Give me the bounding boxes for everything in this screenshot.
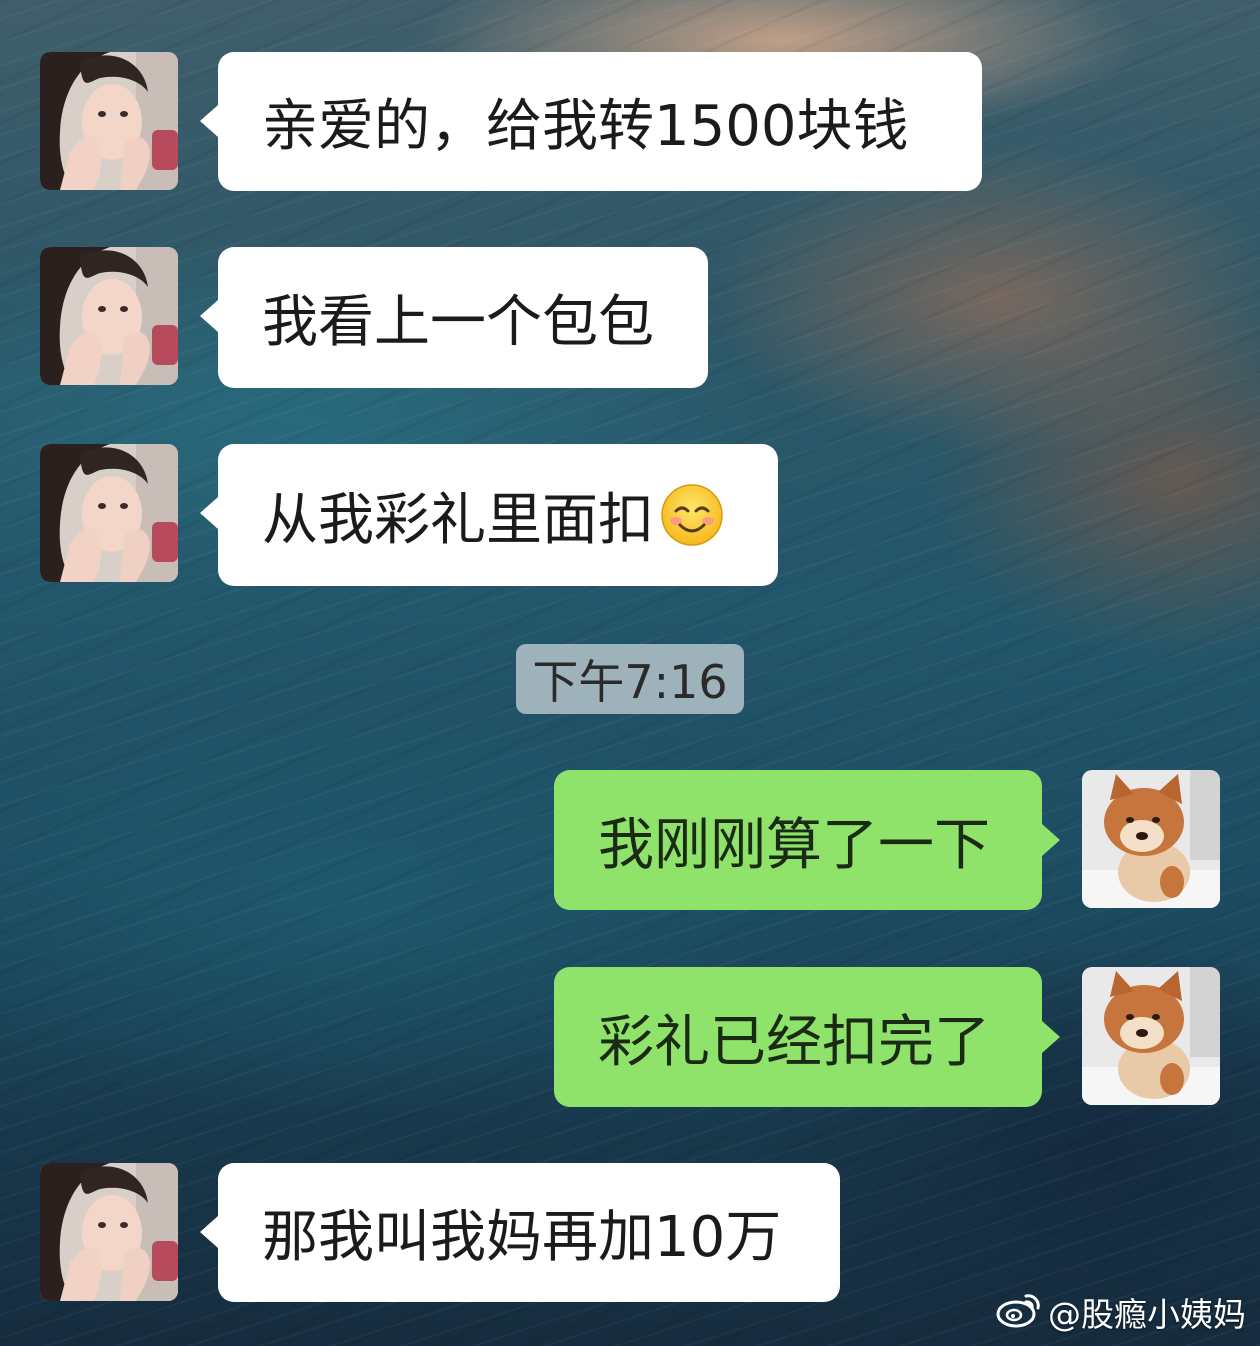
message-text: 那我叫我妈再加10万 bbox=[262, 1205, 782, 1270]
message-bubble[interactable]: 我看上一个包包 bbox=[218, 247, 708, 388]
bubble-tail bbox=[200, 497, 218, 529]
message-text: 我看上一个包包 bbox=[262, 290, 654, 355]
message-bubble[interactable]: 彩礼已经扣完了 bbox=[554, 967, 1042, 1107]
message-text: 从我彩礼里面扣 bbox=[262, 487, 654, 553]
watermark-text: @股瘾小姨妈 bbox=[1048, 1295, 1246, 1334]
contact-avatar[interactable] bbox=[40, 1163, 178, 1301]
user-avatar[interactable] bbox=[1082, 770, 1220, 908]
user-avatar[interactable] bbox=[1082, 967, 1220, 1105]
bubble-tail bbox=[200, 105, 218, 137]
bubble-tail bbox=[1042, 1021, 1060, 1053]
contact-avatar[interactable] bbox=[40, 444, 178, 582]
message-bubble[interactable]: 那我叫我妈再加10万 bbox=[218, 1163, 840, 1302]
bubble-tail bbox=[200, 1216, 218, 1248]
weibo-watermark: @股瘾小姨妈 bbox=[996, 1288, 1246, 1336]
message-text: 彩礼已经扣完了 bbox=[598, 1009, 990, 1075]
chat-timestamp: 下午7:16 bbox=[516, 644, 744, 714]
message-text: 我刚刚算了一下 bbox=[598, 812, 990, 878]
bubble-tail bbox=[1042, 824, 1060, 856]
message-text: 亲爱的，给我转1500块钱 bbox=[262, 94, 909, 159]
weibo-logo-icon bbox=[996, 1288, 1048, 1336]
contact-avatar[interactable] bbox=[40, 52, 178, 190]
message-bubble[interactable]: 从我彩礼里面扣 bbox=[218, 444, 778, 586]
message-bubble[interactable]: 我刚刚算了一下 bbox=[554, 770, 1042, 910]
bubble-tail bbox=[200, 300, 218, 332]
smiling-face-emoji-icon bbox=[660, 483, 724, 547]
timestamp-text: 下午7:16 bbox=[532, 655, 728, 709]
contact-avatar[interactable] bbox=[40, 247, 178, 385]
message-bubble[interactable]: 亲爱的，给我转1500块钱 bbox=[218, 52, 982, 191]
